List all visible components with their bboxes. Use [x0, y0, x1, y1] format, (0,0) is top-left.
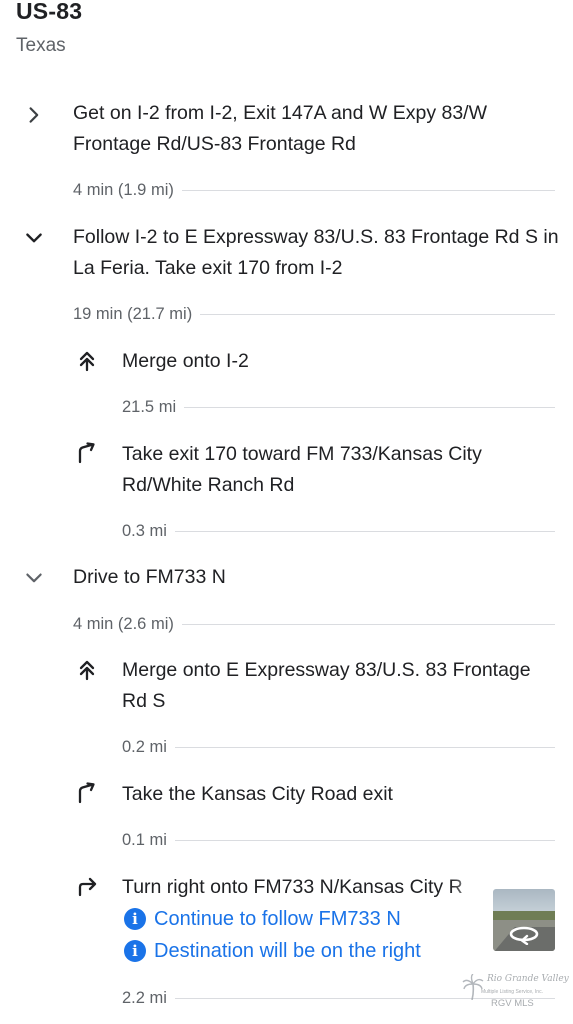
divider [174, 530, 555, 532]
step-1-summary: 4 min (1.9 mi) [73, 180, 174, 199]
header-subtitle: Texas [16, 35, 66, 56]
step-3-summary: 4 min (2.6 mi) [73, 614, 174, 633]
step-1-text[interactable]: Get on I-2 from I-2, Exit 147A and W Exp… [73, 98, 563, 160]
substep-text[interactable]: Take the Kansas City Road exit [122, 779, 542, 810]
substep-text[interactable]: Merge onto I-2 [122, 346, 542, 377]
substep-distance: 2.2 mi [122, 988, 167, 1007]
info-icon: i [124, 940, 146, 962]
chevron-down-icon [26, 233, 42, 243]
divider [174, 746, 555, 748]
step-1-summary-row: 4 min (1.9 mi) [73, 180, 555, 200]
divider [184, 406, 555, 408]
divider [181, 189, 555, 191]
merge-icon [75, 658, 99, 682]
substep-text[interactable]: Merge onto E Expressway 83/U.S. 83 Front… [122, 655, 542, 717]
substep-text[interactable]: Take exit 170 toward FM 733/Kansas City … [122, 439, 542, 501]
step-2-toggle[interactable] [22, 226, 46, 250]
note-text: Destination will be on the right [154, 939, 421, 962]
substep-distance-row: 0.3 mi [122, 521, 555, 541]
rgv-mls-watermark: Rio Grande Valley Multiple Listing Servi… [462, 972, 572, 1012]
divider [200, 313, 555, 315]
street-view-thumbnail[interactable] [493, 889, 555, 951]
360-view-icon [509, 926, 539, 945]
chevron-down-icon [26, 573, 42, 583]
palm-tree-icon [462, 974, 484, 1000]
slight-right-icon [76, 441, 100, 465]
substep-distance: 21.5 mi [122, 397, 177, 416]
substep-distance: 0.3 mi [122, 521, 167, 540]
substep-distance-row: 0.2 mi [122, 737, 555, 757]
substep-distance-row: 21.5 mi [122, 397, 555, 417]
watermark-script: Rio Grande Valley [487, 974, 569, 984]
substep-distance-row: 0.1 mi [122, 830, 555, 850]
chevron-right-icon [29, 107, 39, 123]
step-1-toggle[interactable] [22, 103, 46, 127]
substep-distance: 0.2 mi [122, 737, 167, 756]
note-text: Continue to follow FM733 N [154, 907, 401, 930]
step-3-text[interactable]: Drive to FM733 N [73, 562, 563, 593]
step-2-summary-row: 19 min (21.7 mi) [73, 304, 555, 324]
info-icon: i [124, 908, 146, 930]
slight-right-icon [76, 781, 100, 805]
watermark-small: Multiple Listing Service, Inc. [481, 989, 543, 995]
substep-distance: 0.1 mi [122, 830, 167, 849]
header-title: US-83 [16, 0, 83, 24]
step-3-toggle[interactable] [22, 566, 46, 590]
note-row: i Continue to follow FM733 N [124, 904, 401, 934]
step-3-summary-row: 4 min (2.6 mi) [73, 614, 555, 634]
thumbnail-sky [493, 889, 555, 914]
step-2-summary: 19 min (21.7 mi) [73, 304, 193, 323]
divider [181, 623, 555, 625]
note-row: i Destination will be on the right [124, 936, 421, 966]
substep-text[interactable]: Turn right onto FM733 N/Kansas City R [122, 872, 492, 903]
step-2-text[interactable]: Follow I-2 to E Expressway 83/U.S. 83 Fr… [73, 222, 563, 284]
merge-icon [75, 349, 99, 373]
watermark-label: RGV MLS [491, 998, 534, 1009]
divider [174, 839, 555, 841]
turn-right-icon [76, 875, 100, 899]
